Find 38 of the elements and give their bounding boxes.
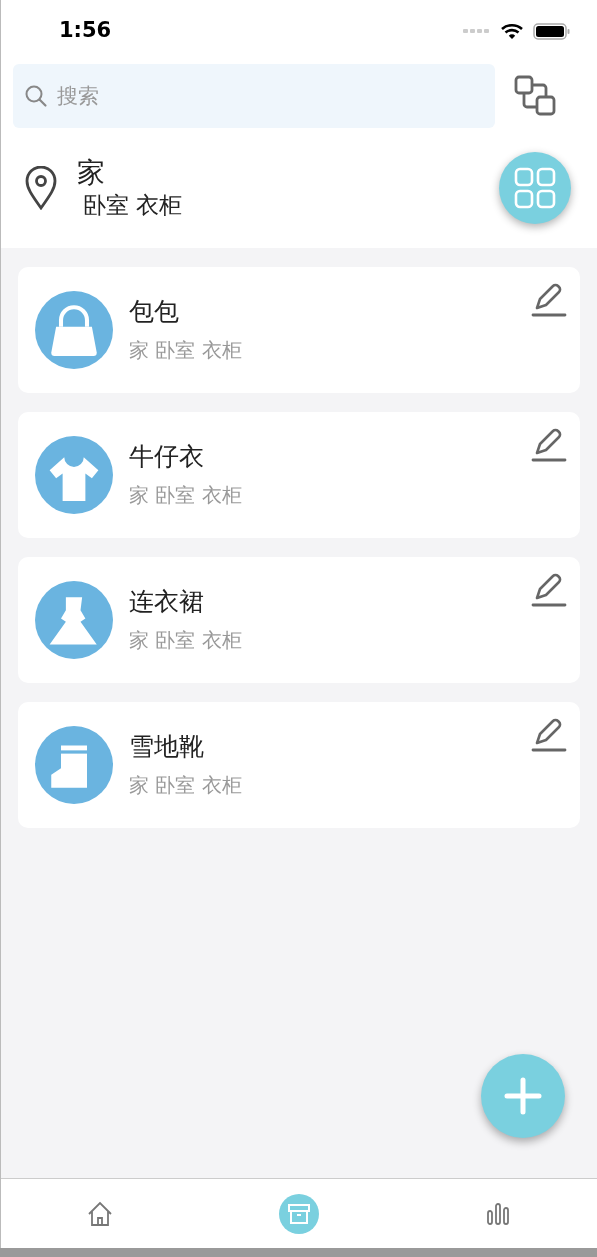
item-name: 连衣裙 xyxy=(129,586,204,618)
plus-icon xyxy=(504,1077,542,1115)
search-icon xyxy=(24,84,48,108)
signal-icon xyxy=(463,28,491,34)
overlapping-squares-icon xyxy=(514,75,556,117)
item-card[interactable]: 包包 家 卧室 衣柜 xyxy=(18,267,580,393)
item-card[interactable]: 牛仔衣 家 卧室 衣柜 xyxy=(18,412,580,538)
location-pin-icon xyxy=(25,166,57,210)
battery-icon xyxy=(533,22,571,40)
bag-avatar-icon xyxy=(35,291,113,369)
shirt-avatar-icon xyxy=(35,436,113,514)
wifi-icon xyxy=(501,22,523,40)
location-path: 卧室 衣柜 xyxy=(83,191,184,220)
grid-icon xyxy=(514,167,556,209)
item-path: 家 卧室 衣柜 xyxy=(129,482,242,509)
item-name: 牛仔衣 xyxy=(129,441,204,473)
item-name: 包包 xyxy=(129,296,179,328)
item-card[interactable]: 连衣裙 家 卧室 衣柜 xyxy=(18,557,580,683)
bar-chart-icon xyxy=(484,1200,511,1227)
edit-button[interactable] xyxy=(530,716,568,754)
boot-avatar-icon xyxy=(35,726,113,804)
edit-button[interactable] xyxy=(530,571,568,609)
item-card[interactable]: 雪地靴 家 卧室 衣柜 xyxy=(18,702,580,828)
item-path: 家 卧室 衣柜 xyxy=(129,337,242,364)
edit-button[interactable] xyxy=(530,281,568,319)
item-name: 雪地靴 xyxy=(129,731,204,763)
edit-button[interactable] xyxy=(530,426,568,464)
pencil-icon xyxy=(531,282,567,318)
dress-avatar-icon xyxy=(35,581,113,659)
status-time: 1:56 xyxy=(59,17,112,45)
switch-view-button[interactable] xyxy=(513,74,557,118)
pencil-icon xyxy=(531,572,567,608)
pencil-icon xyxy=(531,717,567,753)
pencil-icon xyxy=(531,427,567,463)
location-title: 家 xyxy=(77,156,106,190)
item-path: 家 卧室 衣柜 xyxy=(129,772,242,799)
item-path: 家 卧室 衣柜 xyxy=(129,627,242,654)
search-field[interactable]: 搜索 xyxy=(13,64,495,128)
